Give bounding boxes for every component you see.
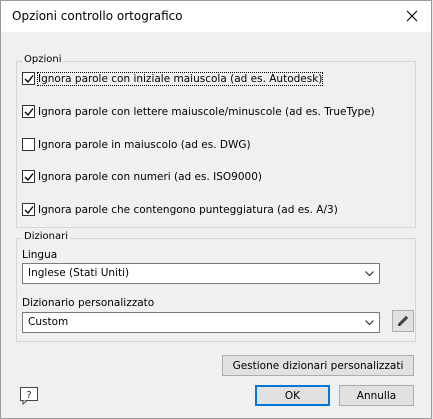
edit-dictionary-button[interactable]: [392, 310, 414, 332]
help-glyph: ?: [26, 390, 31, 401]
checkbox-label: Ignora parole in maiuscolo (ad es. DWG): [38, 138, 251, 151]
pencil-icon: [398, 315, 409, 326]
checkbox-box[interactable]: [22, 138, 35, 151]
options-group-label: Opzioni: [22, 54, 64, 65]
help-icon: ?: [20, 386, 38, 405]
close-icon: [406, 10, 418, 22]
checkbox-label: Ignora parole con numeri (ad es. ISO9000…: [38, 170, 262, 183]
checkbox-label: Ignora parole con lettere maiuscole/minu…: [38, 105, 375, 118]
chevron-down-icon: [365, 320, 374, 326]
cancel-button[interactable]: Annulla: [339, 385, 414, 406]
checkmark-icon: [24, 75, 34, 84]
checkbox-label: Ignora parole che contengono punteggiatu…: [38, 203, 338, 216]
custom-dictionary-label: Dizionario personalizzato: [22, 297, 155, 309]
custom-dictionary-value: Custom: [28, 316, 69, 328]
checkbox-ignore-mixed-case[interactable]: Ignora parole con lettere maiuscole/minu…: [22, 103, 375, 120]
dictionaries-group-label: Dizionari: [22, 231, 70, 242]
checkbox-label: Ignora parole con iniziale maiuscola (ad…: [36, 71, 324, 86]
checkbox-box[interactable]: [22, 170, 35, 183]
spelling-options-dialog: Opzioni controllo ortografico Opzioni Ig…: [0, 0, 432, 419]
ok-button[interactable]: OK: [255, 385, 330, 406]
checkmark-icon: [24, 173, 34, 182]
checkmark-icon: [24, 108, 34, 117]
checkbox-ignore-capitalized[interactable]: Ignora parole con iniziale maiuscola (ad…: [22, 70, 324, 87]
dialog-title: Opzioni controllo ortografico: [12, 9, 183, 23]
checkbox-box[interactable]: [22, 105, 35, 118]
custom-dictionary-select[interactable]: Custom: [22, 312, 380, 333]
checkbox-ignore-numbers[interactable]: Ignora parole con numeri (ad es. ISO9000…: [22, 168, 262, 185]
checkbox-ignore-uppercase[interactable]: Ignora parole in maiuscolo (ad es. DWG): [22, 136, 251, 153]
language-select[interactable]: Inglese (Stati Uniti): [22, 263, 380, 284]
checkbox-box[interactable]: [22, 72, 35, 85]
language-label: Lingua: [22, 249, 58, 261]
manage-dictionaries-button[interactable]: Gestione dizionari personalizzati: [222, 355, 414, 376]
checkbox-box[interactable]: [22, 203, 35, 216]
help-button[interactable]: ?: [18, 385, 40, 405]
language-value: Inglese (Stati Uniti): [28, 267, 130, 279]
title-bar: Opzioni controllo ortografico: [1, 1, 431, 32]
close-button[interactable]: [403, 7, 421, 25]
chevron-down-icon: [365, 271, 374, 277]
checkbox-ignore-punctuation[interactable]: Ignora parole che contengono punteggiatu…: [22, 201, 338, 218]
checkmark-icon: [24, 206, 34, 215]
